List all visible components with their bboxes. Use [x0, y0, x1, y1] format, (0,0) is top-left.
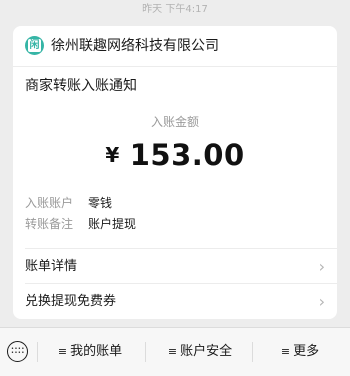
bill-details-link[interactable]: 账单详情 ›	[25, 248, 337, 284]
menu-account-security[interactable]: ≡ 账户安全	[150, 328, 250, 376]
redeem-coupon-link[interactable]: 兑换提现免费券 ›	[25, 283, 337, 319]
merchant-header[interactable]: 闲 徐州联趣网络科技有限公司	[13, 26, 337, 67]
chevron-right-icon: ›	[318, 257, 325, 276]
detail-value: 零钱	[88, 196, 113, 210]
amount-label: 入账金额	[150, 115, 199, 129]
merchant-name: 徐州联趣网络科技有限公司	[51, 38, 219, 54]
menu-lines-icon: ≡	[167, 345, 178, 358]
keyboard-icon[interactable]: •••• ••••	[7, 341, 28, 362]
chevron-right-icon: ›	[318, 292, 325, 311]
merchant-logo-icon: 闲	[25, 36, 44, 55]
detail-value: 账户提现	[88, 217, 137, 231]
detail-row-account: 入账账户 零钱	[25, 193, 112, 213]
message-timestamp: 昨天 下午4:17	[142, 4, 208, 15]
menu-label: 我的账单	[70, 344, 123, 359]
menu-divider	[145, 342, 146, 362]
notice-title: 商家转账入账通知	[25, 78, 137, 94]
link-label: 兑换提现免费券	[25, 294, 117, 309]
link-label: 账单详情	[25, 259, 78, 274]
menu-lines-icon: ≡	[57, 345, 68, 358]
bottom-menu-bar: •••• •••• ≡ 我的账单 ≡ 账户安全 ≡ 更多	[0, 327, 350, 376]
detail-row-remark: 转账备注 账户提现	[25, 214, 136, 234]
detail-key: 转账备注	[25, 217, 74, 231]
amount-number: 153.00	[129, 138, 245, 172]
merchant-logo-glyph: 闲	[28, 39, 41, 52]
menu-divider	[37, 342, 38, 362]
menu-label: 更多	[293, 344, 320, 359]
menu-lines-icon: ≡	[280, 345, 291, 358]
menu-more[interactable]: ≡ 更多	[255, 328, 345, 376]
currency-symbol: ¥	[105, 143, 120, 167]
menu-my-bills[interactable]: ≡ 我的账单	[40, 328, 140, 376]
transfer-notice-card[interactable]: 闲 徐州联趣网络科技有限公司 商家转账入账通知 入账金额 ¥153.00 入账账…	[13, 26, 337, 319]
amount-value: ¥153.00	[13, 136, 337, 174]
detail-key: 入账账户	[25, 196, 74, 210]
menu-divider	[252, 342, 253, 362]
menu-label: 账户安全	[180, 344, 233, 359]
